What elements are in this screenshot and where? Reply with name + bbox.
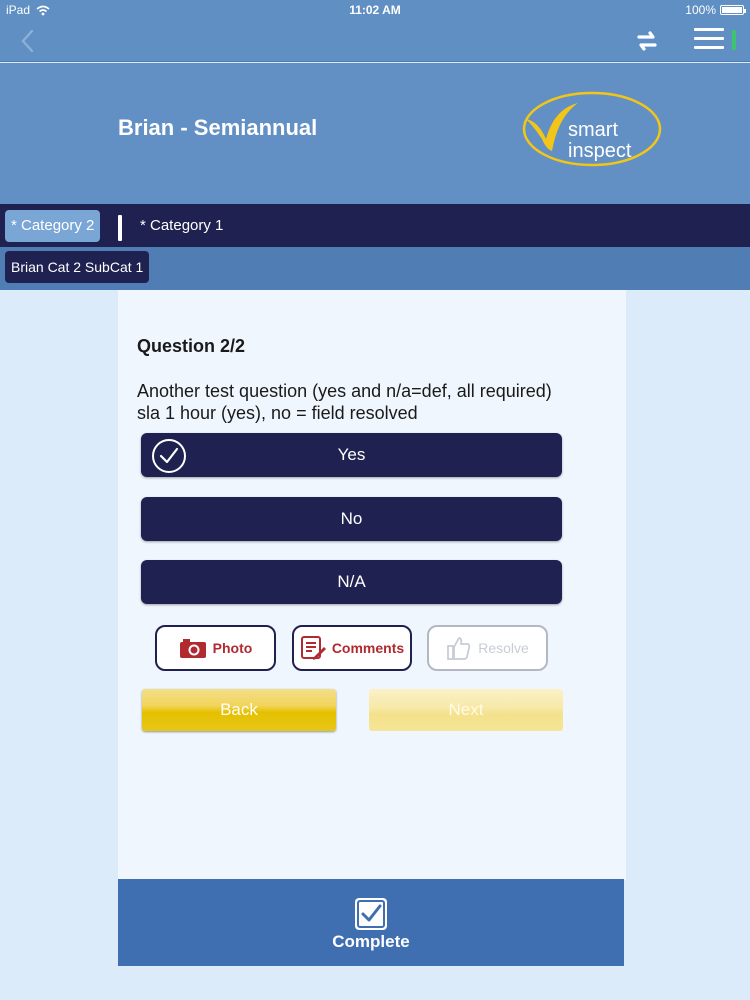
back-button[interactable]: Back <box>142 689 336 731</box>
svg-text:smart: smart <box>568 119 618 141</box>
complete-label: Complete <box>332 932 410 951</box>
checkbox-checked-icon <box>355 898 387 930</box>
thumbs-up-icon <box>447 637 471 660</box>
category-tab-bar: * Category 2 * Category 1 <box>0 204 750 247</box>
status-bar: iPad 11:02 AM 100% <box>0 0 750 20</box>
subcategory-tab-bar: Brian Cat 2 SubCat 1 <box>0 247 750 290</box>
answer-yes-label: Yes <box>337 445 366 464</box>
battery-percent: 100% <box>685 3 716 17</box>
menu-icon[interactable] <box>694 28 724 54</box>
tab-category-2[interactable]: * Category 2 <box>5 210 101 242</box>
question-text: Another test question (yes and n/a=def, … <box>137 381 552 423</box>
tab-category-1[interactable]: * Category 1 <box>134 210 229 242</box>
svg-text:inspect: inspect <box>568 140 632 162</box>
check-circle-icon <box>152 439 186 473</box>
navigation-bar <box>0 20 750 62</box>
photo-button[interactable]: Photo <box>155 625 276 671</box>
comments-icon <box>300 636 326 660</box>
question-panel: Question 2/2 Another test question (yes … <box>118 290 626 880</box>
tab-divider <box>118 215 122 241</box>
answer-na-label: N/A <box>337 572 366 591</box>
smart-inspect-logo: smart inspect <box>522 91 662 167</box>
tab-subcategory[interactable]: Brian Cat 2 SubCat 1 <box>5 251 150 283</box>
battery-icon <box>720 5 746 15</box>
comments-label: Comments <box>331 640 405 656</box>
photo-label: Photo <box>212 640 253 656</box>
answer-na-button[interactable]: N/A <box>141 560 562 604</box>
page-header: Brian - Semiannual smart inspect <box>0 63 750 204</box>
answer-yes-button[interactable]: Yes <box>141 433 562 477</box>
resolve-label: Resolve <box>478 640 529 656</box>
answer-no-label: No <box>340 509 363 528</box>
status-time: 11:02 AM <box>349 3 401 17</box>
sync-icon[interactable] <box>632 26 662 56</box>
answer-no-button[interactable]: No <box>141 497 562 541</box>
page-title: Brian - Semiannual <box>118 115 318 140</box>
next-button[interactable]: Next <box>369 689 563 731</box>
resolve-button[interactable]: Resolve <box>427 625 548 671</box>
comments-button[interactable]: Comments <box>292 625 412 671</box>
camera-icon <box>179 639 206 658</box>
sync-status-indicator <box>732 30 736 50</box>
back-arrow-icon[interactable] <box>16 28 40 54</box>
question-number: Question 2/2 <box>137 336 246 356</box>
complete-button[interactable]: Complete <box>118 879 624 966</box>
